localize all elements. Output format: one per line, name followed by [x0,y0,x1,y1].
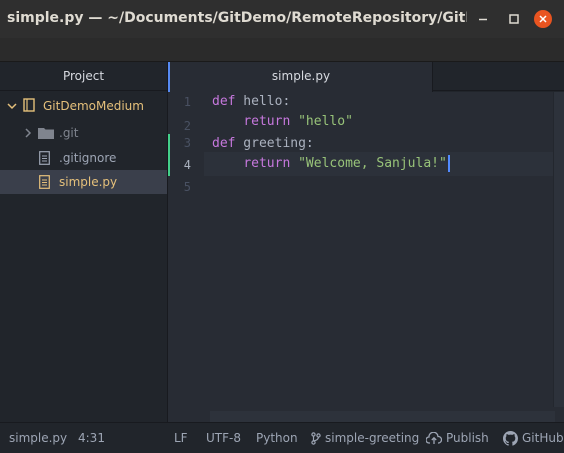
github-icon [503,431,518,446]
tree-root-label: GitDemoMedium [43,99,144,113]
maximize-icon[interactable] [505,10,523,28]
tree-item-git[interactable]: .git [0,121,167,145]
line-number: 1 [183,95,191,109]
text-cursor [447,155,450,172]
status-branch[interactable]: simple-greeting [311,423,419,453]
keyword-token: def [212,136,236,151]
tab-simple-py[interactable]: simple.py [168,62,433,92]
status-branch-label: simple-greeting [325,431,420,445]
tree-item-label: .gitignore [59,151,117,165]
close-icon[interactable] [534,10,552,28]
code-line: return "Welcome, Sanjula!" [212,152,450,176]
chevron-right-icon [25,128,32,138]
project-panel-header[interactable]: Project [0,62,168,91]
file-icon [39,175,50,189]
vertical-scrollbar[interactable] [553,92,564,407]
tree-item-label: simple.py [59,175,118,189]
status-line-ending[interactable]: LF [174,423,188,453]
menu-bar [0,38,564,62]
status-bar: simple.py 4:31 LF UTF-8 Python simple-gr… [0,422,564,453]
tree-item-simple-py[interactable]: simple.py [0,170,167,194]
status-grammar[interactable]: Python [256,423,298,453]
status-github-label: GitHub [522,431,564,445]
tree-item-gitignore[interactable]: .gitignore [0,146,167,170]
folder-icon [38,128,54,139]
status-cursor-position[interactable]: 4:31 [78,423,105,453]
status-encoding[interactable]: UTF-8 [206,423,241,453]
keyword-token: return [243,114,291,129]
status-publish-label: Publish [446,431,489,445]
code-editor[interactable]: 1 2 3 4 5 def hello: return "hello" def … [168,92,564,422]
string-token: "Welcome, Sanjula!" [290,156,447,171]
title-bar: simple.py — ~/Documents/GitDemo/RemoteRe… [0,0,564,38]
tree-item-label: .git [59,126,79,140]
indent-token [212,156,243,171]
project-tree: GitDemoMedium .git .gitignore simple.py [0,91,168,422]
code-line: return "hello" [212,110,353,134]
tree-root-folder[interactable]: GitDemoMedium [0,94,167,118]
status-file-name[interactable]: simple.py [9,423,67,453]
line-number: 4 [183,158,191,172]
keyword-token: def [212,94,236,109]
chevron-down-icon [7,103,17,110]
cloud-upload-icon [426,432,442,444]
string-token: "hello" [290,114,353,129]
status-publish[interactable]: Publish [426,423,489,453]
status-github[interactable]: GitHub [503,423,564,453]
code-token: hello: [235,94,291,109]
window-title: simple.py — ~/Documents/GitDemo/RemoteRe… [7,10,467,26]
line-number: 3 [183,136,191,150]
file-icon [39,151,50,165]
keyword-token: return [243,156,291,171]
repo-icon [23,98,35,112]
code-token: greeting: [235,136,314,151]
line-number: 5 [183,180,191,194]
indent-token [212,114,243,129]
horizontal-scrollbar[interactable] [210,411,555,422]
minimize-icon[interactable] [474,10,492,28]
git-branch-icon [311,432,321,445]
